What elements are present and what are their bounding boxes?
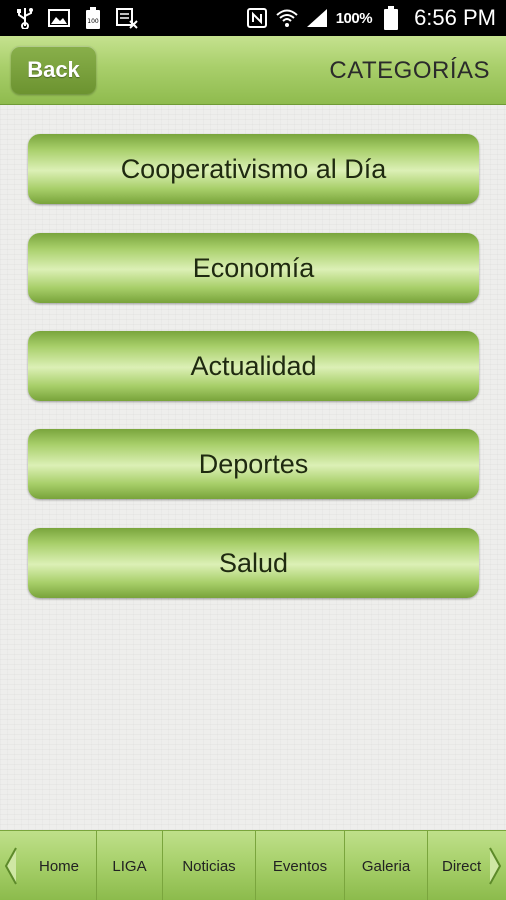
category-button-actualidad[interactable]: Actualidad	[28, 331, 479, 401]
nav-item-home[interactable]: Home	[22, 831, 96, 900]
bottom-nav: Home LIGA Noticias Eventos Galeria Direc…	[0, 830, 506, 900]
nav-item-eventos[interactable]: Eventos	[255, 831, 344, 900]
category-button-economia[interactable]: Economía	[28, 233, 479, 303]
nfc-icon	[246, 7, 268, 29]
calendar-x-icon	[116, 7, 138, 29]
image-icon	[48, 7, 70, 29]
status-left-icons: 100	[0, 7, 138, 29]
category-button-cooperativismo[interactable]: Cooperativismo al Día	[28, 134, 479, 204]
nav-item-noticias[interactable]: Noticias	[162, 831, 255, 900]
category-button-deportes[interactable]: Deportes	[28, 429, 479, 499]
nav-right-arrow-icon[interactable]	[484, 831, 506, 900]
battery-percent: 100%	[335, 9, 373, 27]
status-bar: 100 100% 6:56 PM	[0, 0, 506, 36]
battery-icon	[380, 6, 402, 30]
category-button-salud[interactable]: Salud	[28, 528, 479, 598]
signal-icon	[306, 7, 328, 29]
battery-100-icon: 100	[82, 7, 104, 29]
app-header: Back CATEGORÍAS	[0, 36, 506, 105]
page-title: CATEGORÍAS	[329, 56, 490, 84]
status-right-icons: 100% 6:56 PM	[246, 5, 506, 31]
wifi-icon	[276, 7, 298, 29]
nav-item-direct[interactable]: Direct	[427, 831, 487, 900]
nav-item-galeria[interactable]: Galeria	[344, 831, 427, 900]
usb-icon	[14, 7, 36, 29]
clock: 6:56 PM	[414, 5, 496, 30]
nav-left-arrow-icon[interactable]	[0, 831, 22, 900]
nav-item-liga[interactable]: LIGA	[96, 831, 162, 900]
category-list: Cooperativismo al Día Economía Actualida…	[0, 105, 506, 830]
svg-text:100: 100	[87, 18, 99, 25]
back-button[interactable]: Back	[11, 46, 96, 94]
